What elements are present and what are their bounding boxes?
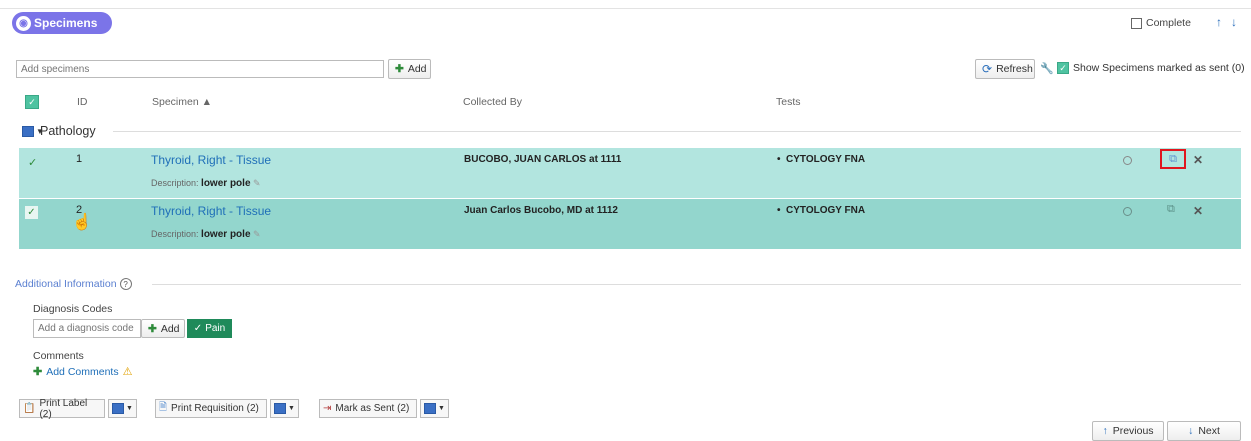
close-icon[interactable]: ✕ <box>1193 153 1203 167</box>
additional-divider <box>152 284 1241 285</box>
description-label: Description: <box>151 229 199 239</box>
table-row[interactable]: ✓ 1 Thyroid, Right - Tissue Description:… <box>19 148 1241 198</box>
row-check-icon[interactable]: ✓ <box>28 156 37 169</box>
arrow-down-icon: ↓ <box>1188 425 1194 437</box>
options-box <box>424 403 436 414</box>
column-header-specimen[interactable]: Specimen ▲ <box>152 96 212 108</box>
test-bullet: • <box>777 154 781 165</box>
specimen-icon: ◉ <box>16 15 31 31</box>
add-specimen-button[interactable]: ✚ Add <box>388 59 431 79</box>
description: Description: lower pole ✎ <box>151 229 261 240</box>
print-requisition-text: Print Requisition (2) <box>171 403 259 414</box>
column-header-collected-by[interactable]: Collected By <box>463 96 522 108</box>
refresh-button[interactable]: ⟳ Refresh <box>975 59 1035 79</box>
refresh-icon: ⟳ <box>982 62 993 76</box>
group-select-box <box>22 126 34 137</box>
complete-control[interactable]: Complete <box>1131 17 1191 29</box>
additional-info-title: Additional Information <box>15 278 117 290</box>
collected-by: BUCOBO, JUAN CARLOS at 1111 <box>464 154 622 165</box>
table-row[interactable]: ✓ 2 ☝ Thyroid, Right - Tissue Descriptio… <box>19 199 1241 249</box>
select-all-checkbox[interactable]: ✓ <box>25 95 39 109</box>
column-header-id[interactable]: ID <box>77 96 88 108</box>
complete-label: Complete <box>1146 17 1191 29</box>
description: Description: lower pole ✎ <box>151 178 261 189</box>
print-label-button[interactable]: 📋 Print Label (2) <box>19 397 105 420</box>
arrow-up-icon: ↑ <box>1102 425 1108 437</box>
top-divider <box>0 8 1251 9</box>
help-circle-icon[interactable]: ? <box>119 278 132 290</box>
chevron-down-icon: ▼ <box>438 405 445 412</box>
specimens-title-badge: ◉ Specimens <box>12 12 112 34</box>
plus-icon: ✚ <box>33 366 43 378</box>
diagnosis-tag-label: Pain <box>205 323 226 334</box>
show-sent-control[interactable]: ✓ Show Specimens marked as sent (0) <box>1057 62 1245 74</box>
close-icon[interactable]: ✕ <box>1193 204 1203 218</box>
group-title: Pathology <box>40 124 96 138</box>
pencil-icon[interactable]: ✎ <box>253 229 261 239</box>
group-divider <box>113 131 1241 132</box>
add-diagnosis-button[interactable]: ✚ Add <box>141 319 185 338</box>
diagnosis-tag-pain[interactable]: ✓ Pain <box>187 319 232 338</box>
add-specimens-input[interactable] <box>16 60 384 78</box>
collected-by: Juan Carlos Bucobo, MD at 1112 <box>464 205 618 216</box>
clipboard-icon: 📋 <box>23 403 36 414</box>
add-diagnosis-label: Add <box>160 322 180 335</box>
specimen-link[interactable]: Thyroid, Right - Tissue <box>151 204 271 218</box>
send-icon: ⇥ <box>323 403 332 414</box>
complete-checkbox[interactable] <box>1131 17 1142 29</box>
row-checkbox[interactable]: ✓ <box>25 206 38 219</box>
move-up-icon[interactable]: ↑ <box>1216 15 1222 29</box>
previous-label: Previous <box>1112 425 1154 437</box>
comments-label: Comments <box>33 350 84 362</box>
options-box <box>274 403 286 414</box>
row-id: 1 <box>76 153 83 165</box>
mark-as-sent-text: Mark as Sent (2) <box>335 403 410 414</box>
test-name: CYTOLOGY FNA <box>786 154 866 165</box>
print-label-text: Print Label (2) <box>39 397 88 420</box>
mark-as-sent-button[interactable]: ⇥ Mark as Sent (2) <box>319 399 417 418</box>
show-sent-label: Show Specimens marked as sent (0) <box>1073 62 1245 74</box>
specimen-link[interactable]: Thyroid, Right - Tissue <box>151 153 271 167</box>
chevron-down-icon: ▼ <box>288 405 295 412</box>
description-label: Description: <box>151 178 199 188</box>
page-title: Specimens <box>34 16 98 30</box>
status-circle-icon[interactable] <box>1123 156 1132 165</box>
status-circle-icon[interactable] <box>1123 207 1132 216</box>
copy-icon: ⧉ <box>1169 152 1177 165</box>
diagnosis-code-input[interactable] <box>33 319 141 338</box>
hand-cursor-icon: ☝ <box>72 214 92 231</box>
add-comments-label: Add Comments <box>46 365 119 378</box>
chevron-down-icon: ▼ <box>126 405 133 412</box>
print-requisition-button[interactable]: 🗎 Print Requisition (2) <box>155 399 267 418</box>
mark-as-sent-options-dropdown[interactable]: ▼ <box>420 399 449 418</box>
move-down-icon[interactable]: ↓ <box>1231 15 1237 29</box>
refresh-label: Refresh <box>996 63 1033 75</box>
next-button[interactable]: ↓ Next <box>1167 421 1241 441</box>
previous-button[interactable]: ↑ Previous <box>1092 421 1164 441</box>
column-header-tests[interactable]: Tests <box>776 96 801 108</box>
test-name: CYTOLOGY FNA <box>786 205 866 216</box>
wrench-icon[interactable]: 🔧 <box>1040 62 1054 75</box>
description-value: lower pole <box>201 178 251 189</box>
plus-icon: ✚ <box>148 322 157 335</box>
check-icon: ✓ <box>193 323 203 334</box>
next-label: Next <box>1198 425 1220 437</box>
document-icon: 🗎 <box>159 402 168 413</box>
show-sent-checkbox[interactable]: ✓ <box>1057 62 1069 74</box>
additional-info-header: Additional Information ? <box>15 278 132 290</box>
diagnosis-codes-label: Diagnosis Codes <box>33 303 113 315</box>
warning-icon: ⚠ <box>122 366 133 378</box>
print-label-options-dropdown[interactable]: ▼ <box>108 399 137 418</box>
description-value: lower pole <box>201 229 251 240</box>
add-comments-link[interactable]: ✚ Add Comments ⚠ <box>33 365 133 379</box>
add-specimen-label: Add <box>407 63 427 75</box>
copy-button-highlighted[interactable]: ⧉ <box>1160 149 1186 169</box>
options-box <box>112 403 124 414</box>
plus-icon: ✚ <box>395 63 404 75</box>
test-bullet: • <box>777 205 781 216</box>
copy-icon[interactable]: ⧉ <box>1167 203 1175 216</box>
pencil-icon[interactable]: ✎ <box>253 178 261 188</box>
print-requisition-options-dropdown[interactable]: ▼ <box>270 399 299 418</box>
